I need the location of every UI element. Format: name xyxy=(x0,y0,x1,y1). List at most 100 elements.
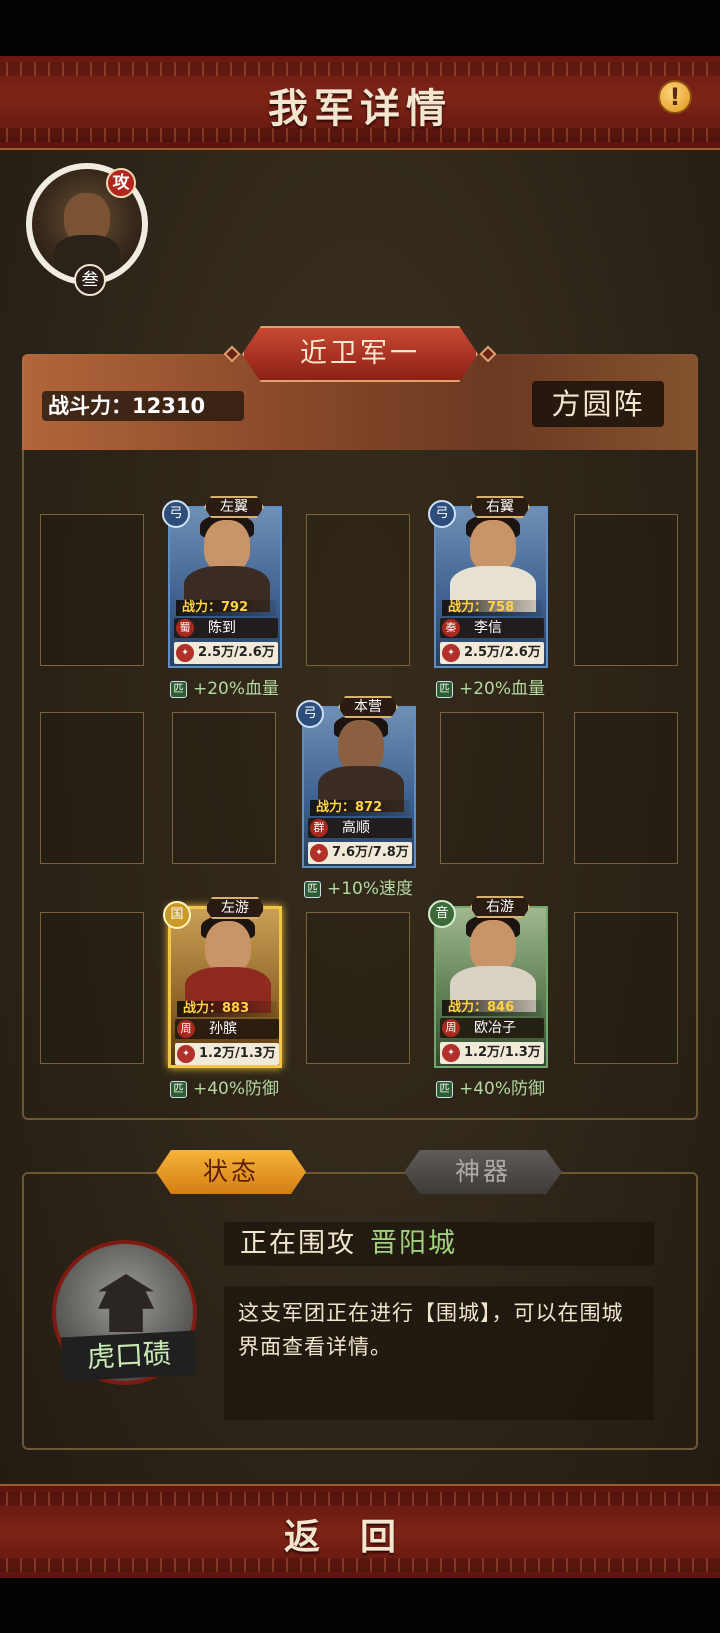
empty-slot[interactable] xyxy=(40,514,144,666)
general-card-left-wing[interactable]: 弓 左翼 战力：792 蜀陈到 ✦ 2.5万/2.6万 xyxy=(162,496,282,668)
position-label: 本营 xyxy=(338,696,398,718)
empty-slot[interactable] xyxy=(574,712,678,864)
troop-icon: ✦ xyxy=(442,644,460,662)
empty-slot[interactable] xyxy=(172,712,276,864)
general-power: 战力：846 xyxy=(442,1000,542,1016)
empty-slot[interactable] xyxy=(440,712,544,864)
troop-count: 7.6万/7.8万 xyxy=(332,845,409,860)
empty-slot[interactable] xyxy=(574,912,678,1064)
bonus-icon: 匹 xyxy=(304,880,321,898)
troop-icon: ✦ xyxy=(176,644,194,662)
formation-bonus: 匹 +20%血量 xyxy=(436,677,545,701)
troop-count: 2.5万/2.6万 xyxy=(198,645,275,660)
army-number-badge: 叁 xyxy=(74,264,106,296)
troop-row: ✦ 1.2万/1.3万 xyxy=(175,1043,279,1065)
back-button[interactable]: 返回 xyxy=(0,1508,720,1560)
general-portrait xyxy=(470,920,516,972)
general-name-row: 秦李信 xyxy=(440,618,544,638)
status-description: 这支军团正在进行【围城】，可以在围城界面查看详情。 xyxy=(224,1286,654,1420)
footer-bar: 返回 xyxy=(0,1484,720,1578)
troop-row: ✦ 7.6万/7.8万 xyxy=(308,842,412,864)
page-title: 我军详情 xyxy=(268,85,452,132)
troop-type-icon: 弓 xyxy=(296,700,324,728)
general-card-right-roam[interactable]: 音 右游 战力：846 周欧冶子 ✦ 1.2万/1.3万 xyxy=(428,896,548,1068)
general-portrait xyxy=(470,520,516,572)
general-name-row: 蜀陈到 xyxy=(174,618,278,638)
position-label: 左翼 xyxy=(204,496,264,518)
fret-border-top xyxy=(0,1492,720,1506)
faction-icon: 蜀 xyxy=(176,619,194,637)
troop-type-icon: 弓 xyxy=(162,500,190,528)
formation-bonus: 匹 +10%速度 xyxy=(304,877,413,901)
bonus-icon: 匹 xyxy=(436,680,453,698)
bonus-text: +20%血量 xyxy=(459,679,546,699)
troop-type-icon: 音 xyxy=(428,900,456,928)
general-power: 战力：792 xyxy=(176,600,276,616)
troop-type-icon: 弓 xyxy=(428,500,456,528)
bonus-icon: 匹 xyxy=(436,1080,453,1098)
screen: 我军详情 ! 攻 叁 近卫军一 战斗力：12310 方圆阵 弓 左翼 战力：79… xyxy=(0,0,720,1633)
city-name: 虎口碛 xyxy=(60,1330,198,1382)
bonus-text: +20%血量 xyxy=(193,679,280,699)
bonus-text: +40%防御 xyxy=(459,1079,546,1099)
attack-badge: 攻 xyxy=(106,168,136,198)
empty-slot[interactable] xyxy=(40,912,144,1064)
troop-icon: ✦ xyxy=(310,844,328,862)
header-bar: 我军详情 ! xyxy=(0,56,720,150)
general-name: 欧冶子 xyxy=(474,1020,516,1036)
troop-icon: ✦ xyxy=(442,1044,460,1062)
troop-row: ✦ 1.2万/1.3万 xyxy=(440,1042,544,1064)
bonus-text: +10%速度 xyxy=(327,879,414,899)
empty-slot[interactable] xyxy=(40,712,144,864)
general-card-left-roam[interactable]: 国 左游 战力：883 周孙膑 ✦ 1.2万/1.3万 xyxy=(163,897,282,1068)
formation-bonus: 匹 +40%防御 xyxy=(170,1077,279,1101)
troop-row: ✦ 2.5万/2.6万 xyxy=(440,642,544,664)
general-name: 李信 xyxy=(474,620,502,636)
general-name: 陈到 xyxy=(208,620,236,636)
general-power: 战力：758 xyxy=(442,600,542,616)
general-name-row: 群高顺 xyxy=(308,818,412,838)
bonus-icon: 匹 xyxy=(170,1080,187,1098)
position-label: 右翼 xyxy=(470,496,530,518)
formation-bonus: 匹 +40%防御 xyxy=(436,1077,545,1101)
general-name-row: 周欧冶子 xyxy=(440,1018,544,1038)
general-card-right-wing[interactable]: 弓 右翼 战力：758 秦李信 ✦ 2.5万/2.6万 xyxy=(428,496,548,668)
fret-border-top xyxy=(0,62,720,76)
troop-count: 1.2万/1.3万 xyxy=(199,1046,276,1061)
troop-count: 1.2万/1.3万 xyxy=(464,1045,541,1060)
status-bar xyxy=(0,0,720,56)
siege-status: 正在围攻 晋阳城 xyxy=(224,1222,654,1266)
general-name: 孙膑 xyxy=(209,1021,237,1037)
general-name: 高顺 xyxy=(342,820,370,836)
general-card-main-camp[interactable]: 弓 本营 战力：872 群高顺 ✦ 7.6万/7.8万 xyxy=(296,696,416,868)
nav-bar xyxy=(0,1578,720,1633)
bonus-icon: 匹 xyxy=(170,680,187,698)
empty-slot[interactable] xyxy=(306,514,410,666)
faction-icon: 周 xyxy=(442,1019,460,1037)
siege-target[interactable]: 晋阳城 xyxy=(370,1228,457,1259)
general-power: 战力：883 xyxy=(177,1001,277,1017)
troop-count: 2.5万/2.6万 xyxy=(464,645,541,660)
army-name: 近卫军一 xyxy=(300,338,420,369)
bonus-text: +40%防御 xyxy=(193,1079,280,1099)
position-label: 右游 xyxy=(470,896,530,918)
formation-button[interactable]: 方圆阵 xyxy=(532,381,664,427)
siege-prefix: 正在围攻 xyxy=(240,1228,356,1259)
general-portrait xyxy=(205,921,251,973)
city-tower xyxy=(98,1274,154,1332)
tab-artifact[interactable]: 神器 xyxy=(404,1150,562,1194)
info-icon[interactable]: ! xyxy=(658,80,692,114)
formation-bonus: 匹 +20%血量 xyxy=(170,677,279,701)
faction-icon: 周 xyxy=(177,1020,195,1038)
general-portrait xyxy=(204,520,250,572)
troop-icon: ✦ xyxy=(177,1045,195,1063)
general-power: 战力：872 xyxy=(310,800,410,816)
faction-icon: 群 xyxy=(310,819,328,837)
general-name-row: 周孙膑 xyxy=(175,1019,279,1039)
army-power: 战斗力：12310 xyxy=(42,391,244,421)
troop-row: ✦ 2.5万/2.6万 xyxy=(174,642,278,664)
tab-status[interactable]: 状态 xyxy=(156,1150,306,1194)
empty-slot[interactable] xyxy=(306,912,410,1064)
position-label: 左游 xyxy=(205,897,265,919)
empty-slot[interactable] xyxy=(574,514,678,666)
